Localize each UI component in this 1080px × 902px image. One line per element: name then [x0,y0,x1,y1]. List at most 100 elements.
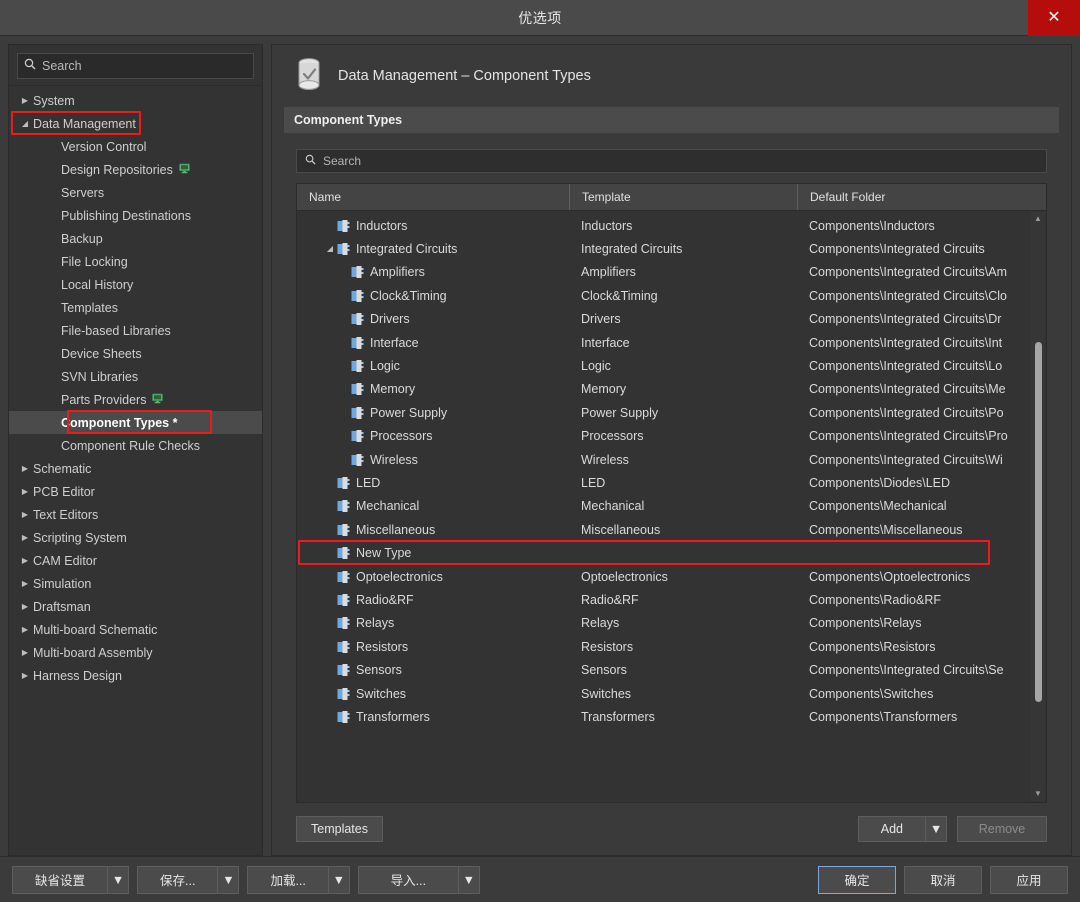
table-row[interactable]: Logic Logic Components\Integrated Circuits… [297,354,1046,377]
caret-expanded-icon[interactable]: ◢ [17,119,33,128]
table-row[interactable]: Resistors Resistors Components\Resistors [297,635,1046,658]
footer-save-split[interactable]: 保存... ▼ [137,865,240,894]
footer-import-split[interactable]: 导入... ▼ [357,865,480,894]
cancel-button[interactable]: 取消 [904,865,982,894]
sidebar-item-schematic[interactable]: ▶ Schematic [9,457,262,480]
chevron-down-icon[interactable]: ▼ [457,865,480,894]
preferences-tree[interactable]: ▶ System ◢ Data Management Version Control De… [9,85,262,855]
caret-collapsed-icon[interactable]: ▶ [17,533,33,542]
footer-load-split[interactable]: 加载... ▼ [247,865,350,894]
component-types-search[interactable] [296,149,1047,173]
sidebar-item-multi-board-schematic[interactable]: ▶ Multi-board Schematic [9,618,262,641]
caret-collapsed-icon[interactable]: ▶ [17,96,33,105]
table-body[interactable]: Inductors Inductors Components\Inductors ◢ I… [297,211,1046,802]
chevron-down-icon[interactable]: ▼ [217,865,240,894]
column-header-default-folder[interactable]: Default Folder [797,184,1046,210]
chevron-down-icon[interactable]: ▼ [327,865,350,894]
caret-collapsed-icon[interactable]: ▶ [17,556,33,565]
default-settings-button[interactable]: 缺省设置 [12,865,108,894]
sidebar-item-data-management[interactable]: ◢ Data Management [9,112,262,135]
table-row[interactable]: Power Supply Power Supply Components\Integ… [297,401,1046,424]
table-row[interactable]: New Type [297,541,1046,564]
ok-button[interactable]: 确定 [818,865,896,894]
sidebar-item-device-sheets[interactable]: Device Sheets [9,342,262,365]
sidebar-item-multi-board-assembly[interactable]: ▶ Multi-board Assembly [9,641,262,664]
sidebar-item-svn-libraries[interactable]: SVN Libraries [9,365,262,388]
table-row[interactable]: Switches Switches Components\Switches [297,682,1046,705]
caret-collapsed-icon[interactable]: ▶ [17,671,33,680]
sidebar-item-cam-editor[interactable]: ▶ CAM Editor [9,549,262,572]
remove-button[interactable]: Remove [957,816,1047,842]
sidebar-item-label: Scripting System [33,530,127,545]
sidebar-item-scripting-system[interactable]: ▶ Scripting System [9,526,262,549]
sidebar-search[interactable] [17,53,254,79]
caret-expanded-icon[interactable]: ◢ [323,245,337,253]
row-default-folder: Components\Miscellaneous [809,522,963,537]
import-button[interactable]: 导入... [357,865,458,894]
sidebar-item-publishing-destinations[interactable]: Publishing Destinations [9,204,262,227]
sidebar-item-component-rule-checks[interactable]: Component Rule Checks [9,434,262,457]
add-split-button[interactable]: Add ▼ [857,816,947,842]
sidebar-item-parts-providers[interactable]: Parts Providers [9,388,262,411]
table-row[interactable]: Optoelectronics Optoelectronics Components… [297,565,1046,588]
row-template: LED [581,475,606,490]
caret-collapsed-icon[interactable]: ▶ [17,579,33,588]
sidebar-item-pcb-editor[interactable]: ▶ PCB Editor [9,480,262,503]
component-chip-icon [337,547,350,560]
chevron-up-icon[interactable]: ▲ [1034,212,1042,226]
table-row[interactable]: Miscellaneous Miscellaneous Components\Mis… [297,518,1046,541]
table-row[interactable]: Transformers Transformers Components\Trans… [297,705,1046,728]
table-row[interactable]: ◢ Integrated Circuits Integrated Circuits C… [297,237,1046,260]
table-row[interactable]: Radio&RF Radio&RF Components\Radio&RF [297,588,1046,611]
footer-default-split[interactable]: 缺省设置 ▼ [12,865,130,894]
sidebar-item-version-control[interactable]: Version Control [9,135,262,158]
sidebar-item-system[interactable]: ▶ System [9,89,262,112]
table-row[interactable]: Relays Relays Components\Relays [297,612,1046,635]
sidebar-item-file-based-libraries[interactable]: File-based Libraries [9,319,262,342]
sidebar-item-file-locking[interactable]: File Locking [9,250,262,273]
table-row[interactable]: Mechanical Mechanical Components\Mechanica… [297,495,1046,518]
caret-collapsed-icon[interactable]: ▶ [17,625,33,634]
component-types-search-input[interactable] [323,154,1038,168]
sidebar-item-templates[interactable]: Templates [9,296,262,319]
caret-collapsed-icon[interactable]: ▶ [17,648,33,657]
sidebar-item-servers[interactable]: Servers [9,181,262,204]
table-scrollbar[interactable]: ▲ ▼ [1031,212,1045,801]
sidebar-item-harness-design[interactable]: ▶ Harness Design [9,664,262,687]
table-row[interactable]: Inductors Inductors Components\Inductors [297,214,1046,237]
table-row[interactable]: Drivers Drivers Components\Integrated Circ… [297,308,1046,331]
sidebar-item-draftsman[interactable]: ▶ Draftsman [9,595,262,618]
table-row[interactable]: Interface Interface Components\Integrated … [297,331,1046,354]
table-row[interactable]: LED LED Components\Diodes\LED [297,471,1046,494]
templates-button[interactable]: Templates [296,816,383,842]
chevron-down-icon[interactable]: ▼ [1034,787,1042,801]
save-button[interactable]: 保存... [137,865,218,894]
column-header-template[interactable]: Template [569,184,797,210]
table-row[interactable]: Amplifiers Amplifiers Components\Integrate… [297,261,1046,284]
table-row[interactable]: Memory Memory Components\Integrated Circui… [297,378,1046,401]
scrollbar-thumb[interactable] [1035,342,1042,702]
chevron-down-icon[interactable]: ▼ [107,865,130,894]
close-icon[interactable]: ✕ [1028,0,1080,36]
load-button[interactable]: 加载... [247,865,328,894]
sidebar-item-simulation[interactable]: ▶ Simulation [9,572,262,595]
chevron-down-icon[interactable]: ▼ [925,816,947,842]
add-button[interactable]: Add [857,816,925,842]
component-chip-icon [337,664,350,677]
caret-collapsed-icon[interactable]: ▶ [17,602,33,611]
table-row[interactable]: Sensors Sensors Components\Integrated Circ… [297,658,1046,681]
caret-collapsed-icon[interactable]: ▶ [17,487,33,496]
sidebar-search-input[interactable] [42,59,247,73]
table-row[interactable]: Wireless Wireless Components\Integrated Ci… [297,448,1046,471]
sidebar-item-text-editors[interactable]: ▶ Text Editors [9,503,262,526]
column-header-name[interactable]: Name [297,184,569,210]
sidebar-item-component-types[interactable]: Component Types * [9,411,262,434]
caret-collapsed-icon[interactable]: ▶ [17,510,33,519]
table-row[interactable]: Clock&Timing Clock&Timing Components\Integ… [297,284,1046,307]
sidebar-item-local-history[interactable]: Local History [9,273,262,296]
apply-button[interactable]: 应用 [990,865,1068,894]
sidebar-item-backup[interactable]: Backup [9,227,262,250]
table-row[interactable]: Processors Processors Components\Integrate… [297,425,1046,448]
sidebar-item-design-repositories[interactable]: Design Repositories [9,158,262,181]
caret-collapsed-icon[interactable]: ▶ [17,464,33,473]
